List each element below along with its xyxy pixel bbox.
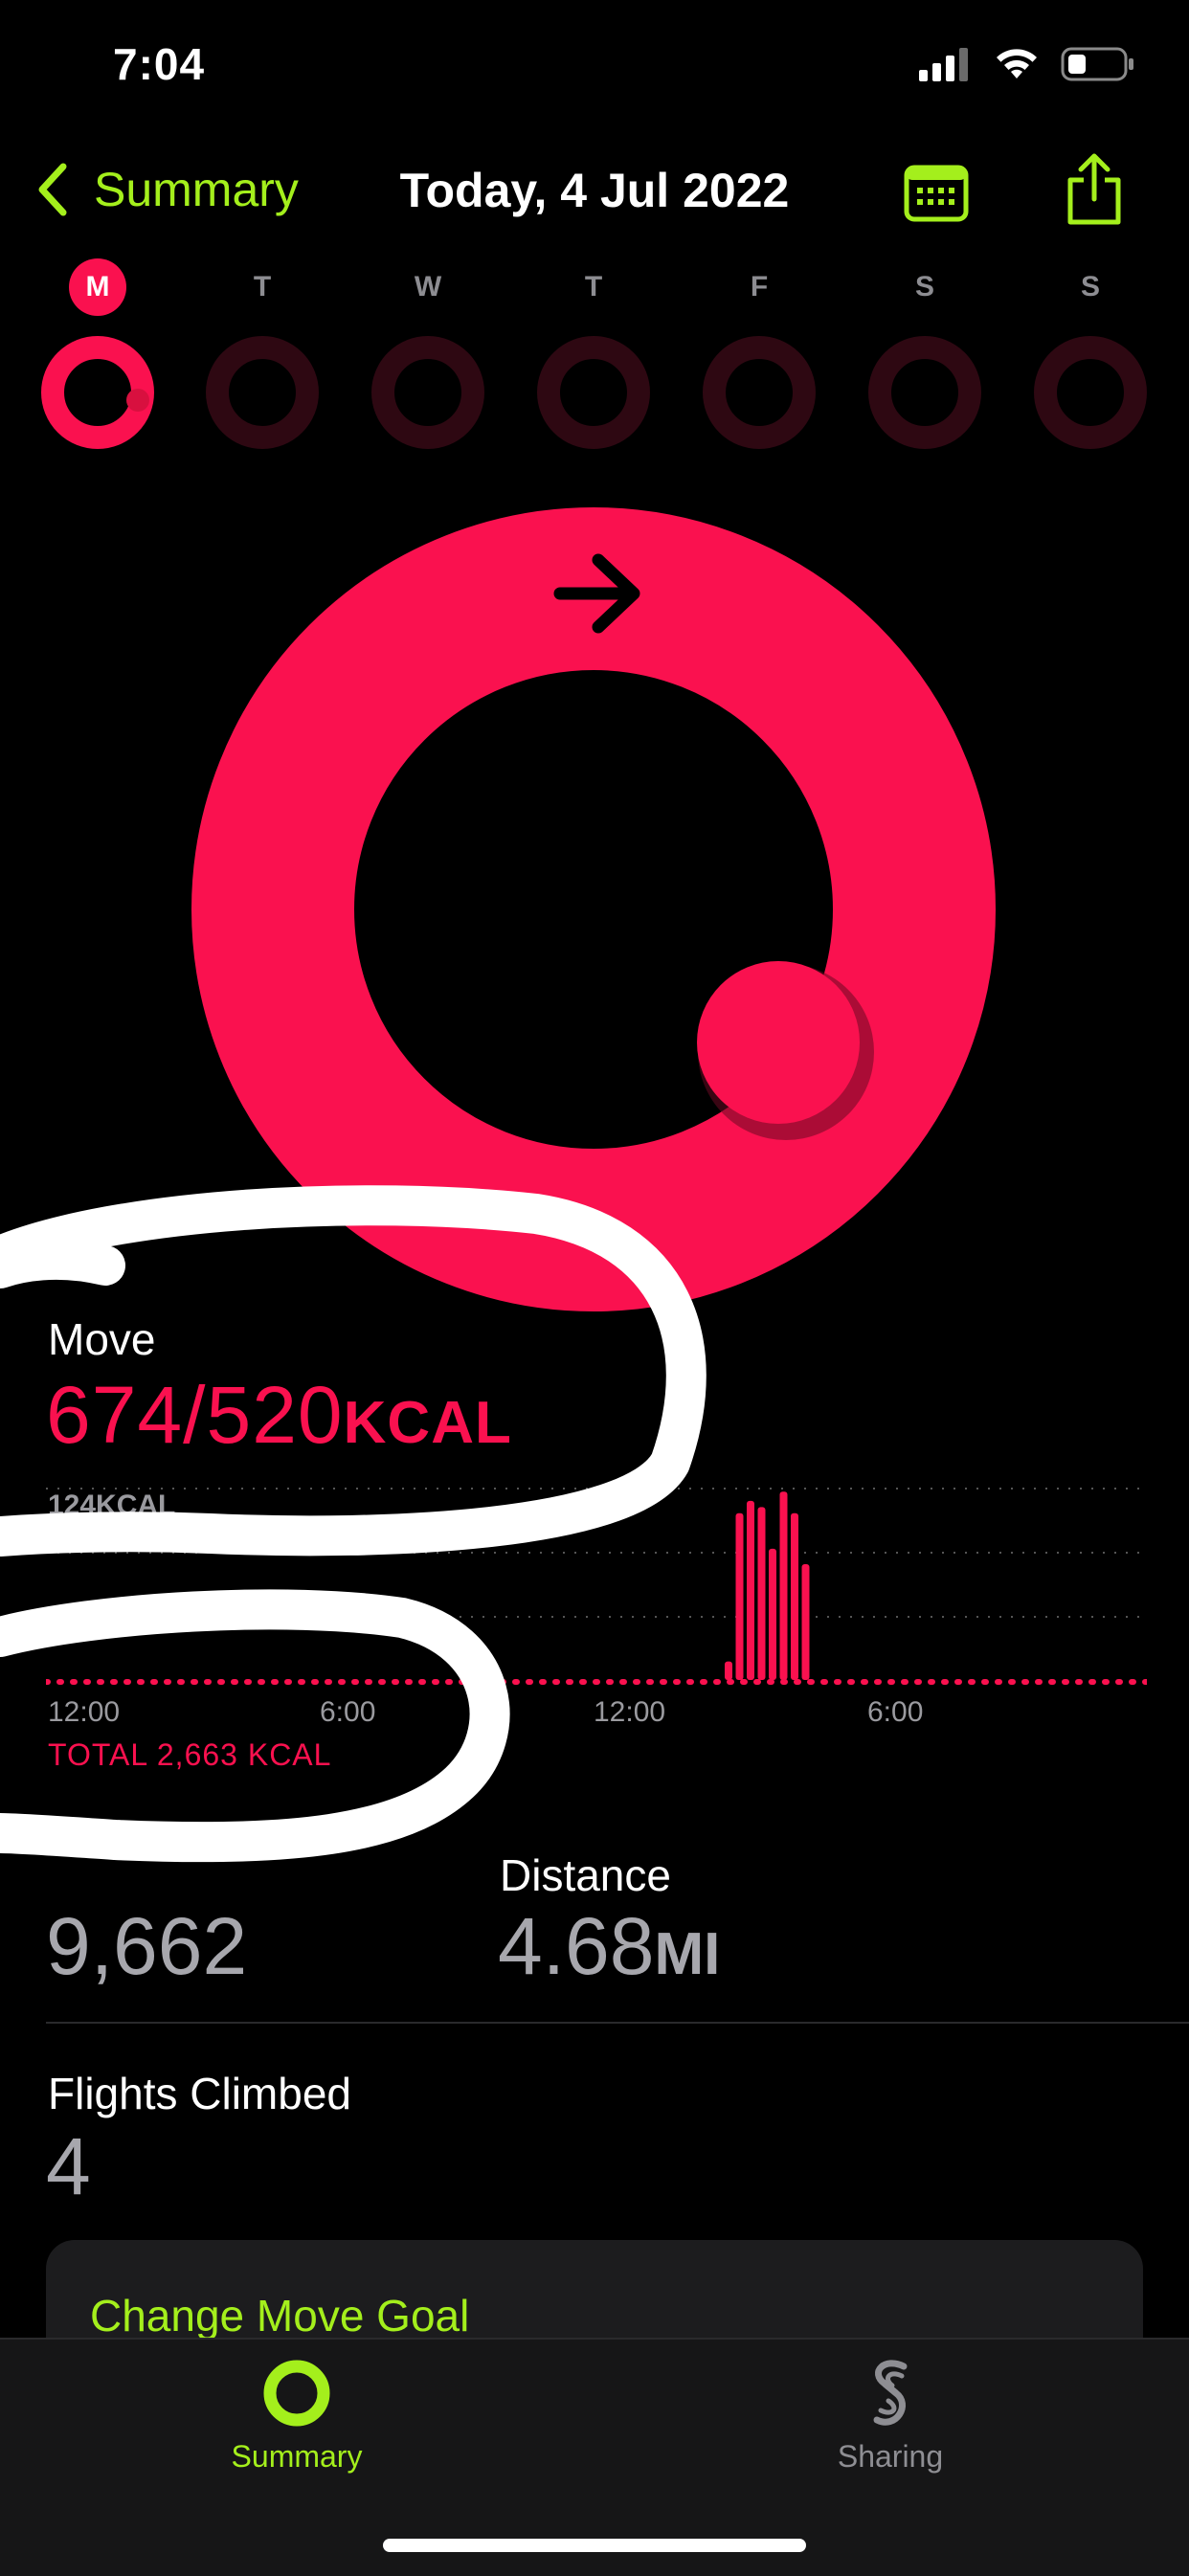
week-day-thursday[interactable]: T xyxy=(534,258,653,457)
day-activity-ring xyxy=(537,336,650,449)
calendar-button[interactable] xyxy=(904,163,969,227)
chart-bar xyxy=(747,1500,754,1680)
flights-value: 4 xyxy=(46,2121,91,2211)
day-letter: T xyxy=(584,271,603,302)
day-letter: S xyxy=(914,271,934,302)
tab-summary[interactable]: Summary xyxy=(153,2357,440,2475)
tab-summary-label: Summary xyxy=(231,2439,363,2474)
share-icon xyxy=(1067,153,1121,225)
sharing-icon xyxy=(873,2360,908,2426)
cellular-signal-icon xyxy=(919,48,968,81)
day-letter: F xyxy=(750,271,769,302)
chart-bar xyxy=(735,1512,744,1680)
back-button-label: Summary xyxy=(94,163,299,216)
move-total: TOTAL 2,663 KCAL xyxy=(48,1737,332,1772)
chart-tick-label: 6:00 xyxy=(867,1696,924,1728)
day-activity-ring xyxy=(1034,336,1147,449)
distance-unit: MI xyxy=(654,1921,721,1987)
wifi-icon xyxy=(997,49,1037,78)
chart-bar xyxy=(801,1564,810,1680)
move-value-number: 674/520 xyxy=(46,1370,344,1460)
activity-summary-screen: 7:04 Summary Today, 4 Jul 2022 M T W T F… xyxy=(0,0,1189,2576)
chart-bar xyxy=(791,1512,798,1680)
status-icons xyxy=(919,46,1135,82)
move-hourly-chart xyxy=(46,1488,1147,1685)
day-letter: S xyxy=(1080,271,1100,302)
chart-tick-label: 6:00 xyxy=(320,1696,376,1728)
chart-bar xyxy=(769,1548,776,1680)
day-activity-ring xyxy=(41,336,154,449)
chart-tick-label: 12:00 xyxy=(48,1696,121,1728)
distance-value: 4.68MI xyxy=(498,1900,720,1993)
chart-max-label: 124KCAL xyxy=(48,1490,176,1521)
day-activity-ring xyxy=(868,336,981,449)
home-indicator xyxy=(383,2539,806,2552)
distance-label: Distance xyxy=(500,1850,671,1900)
day-activity-ring xyxy=(703,336,816,449)
week-day-tuesday[interactable]: T xyxy=(203,258,322,457)
steps-value: 9,662 xyxy=(46,1901,248,1991)
day-letter: M xyxy=(69,258,126,316)
back-button[interactable]: Summary xyxy=(34,161,299,218)
week-day-wednesday[interactable]: W xyxy=(369,258,487,457)
day-activity-ring xyxy=(371,336,484,449)
chart-tick-label: 12:00 xyxy=(594,1696,666,1728)
change-move-goal-label: Change Move Goal xyxy=(90,2291,470,2341)
tab-sharing-label: Sharing xyxy=(837,2439,944,2474)
divider xyxy=(46,2022,1189,2024)
status-time: 7:04 xyxy=(113,39,206,89)
battery-icon xyxy=(1061,47,1133,81)
move-label: Move xyxy=(48,1314,156,1364)
day-activity-ring xyxy=(206,336,319,449)
week-day-monday[interactable]: M xyxy=(38,258,157,457)
day-letter: W xyxy=(414,271,442,302)
tab-sharing[interactable]: Sharing xyxy=(747,2357,1034,2475)
week-day-friday[interactable]: F xyxy=(700,258,819,457)
move-value: 674/520KCAL xyxy=(46,1369,512,1462)
flights-label: Flights Climbed xyxy=(48,2069,351,2118)
week-day-sunday[interactable]: S xyxy=(1031,258,1150,457)
move-ring xyxy=(191,507,996,1311)
distance-number: 4.68 xyxy=(498,1901,655,1991)
share-button[interactable] xyxy=(1065,153,1124,231)
move-value-unit: KCAL xyxy=(343,1390,512,1456)
chevron-left-icon xyxy=(38,163,67,216)
calendar-icon xyxy=(904,165,969,222)
activity-ring-icon xyxy=(263,2360,330,2427)
chart-bar xyxy=(757,1507,766,1680)
week-day-saturday[interactable]: S xyxy=(865,258,984,457)
day-letter: T xyxy=(253,271,272,302)
chart-bar xyxy=(779,1491,788,1680)
chart-bar xyxy=(725,1661,732,1680)
